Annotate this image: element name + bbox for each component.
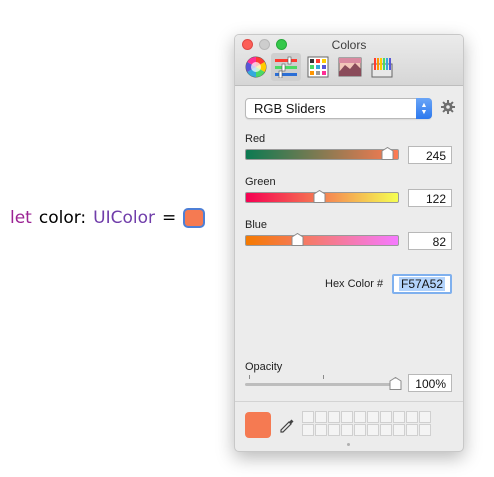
opacity-tick (323, 375, 324, 379)
red-label: Red (245, 133, 266, 145)
equals-sign: = (162, 208, 177, 228)
blue-value-field[interactable]: 82 (408, 232, 452, 250)
swatch-cell[interactable] (315, 411, 327, 423)
swatch-cell[interactable] (302, 411, 314, 423)
window-title: Colors (331, 38, 367, 52)
type-name: UIColor (93, 208, 155, 228)
green-slider-thumb[interactable] (313, 190, 326, 204)
hex-color-value: F57A52 (398, 277, 446, 291)
green-label: Green (245, 176, 276, 188)
swatch-cell[interactable] (393, 411, 405, 423)
gear-icon[interactable] (440, 99, 456, 115)
image-palette-icon (338, 57, 362, 77)
palette-grid-icon (307, 56, 329, 78)
swatch-cell[interactable] (380, 424, 392, 436)
variable-name: color: (38, 208, 87, 228)
red-value-field[interactable]: 245 (408, 146, 452, 164)
red-slider-thumb[interactable] (381, 147, 394, 161)
blue-label: Blue (245, 219, 268, 231)
swatch-cell[interactable] (367, 424, 379, 436)
sliders-icon (275, 56, 297, 78)
color-literal-swatch[interactable] (183, 208, 206, 228)
eyedropper-icon[interactable] (279, 418, 295, 434)
current-color-well[interactable] (245, 412, 271, 438)
swatch-cell[interactable] (406, 411, 418, 423)
code-line: let color: UIColor = (10, 205, 206, 231)
swatch-grid (302, 411, 431, 436)
color-sliders-tab[interactable] (271, 53, 301, 81)
color-wheel-icon (245, 56, 267, 78)
hex-color-field[interactable]: F57A52 (392, 274, 452, 294)
title-bar: Colors (235, 35, 463, 86)
swatch-cell[interactable] (406, 424, 418, 436)
popup-chevrons-icon: ▲ ▼ (416, 98, 432, 119)
opacity-tick (249, 375, 250, 379)
hex-color-label: Hex Color # (325, 278, 384, 290)
blue-slider-thumb[interactable] (291, 233, 304, 247)
swatch-cell[interactable] (302, 424, 314, 436)
keyword-let: let (10, 208, 32, 228)
color-palettes-tab[interactable] (303, 53, 333, 81)
resize-grip[interactable] (347, 443, 350, 446)
swatch-cell[interactable] (328, 411, 340, 423)
red-slider[interactable] (245, 149, 399, 160)
opacity-slider-thumb[interactable] (389, 377, 402, 391)
swatch-cell[interactable] (341, 411, 353, 423)
swatch-cell[interactable] (354, 411, 366, 423)
opacity-value-field[interactable]: 100% (408, 374, 452, 392)
swatch-cell[interactable] (380, 411, 392, 423)
colors-window: Colors RGB Sliders ▲ ▼ Red 245 Green 122… (234, 34, 464, 452)
swatch-cell[interactable] (419, 424, 431, 436)
image-palettes-tab[interactable] (335, 53, 365, 81)
color-wheel-tab[interactable] (241, 53, 271, 81)
swatch-cell[interactable] (341, 424, 353, 436)
color-mode-label: RGB Sliders (254, 101, 326, 116)
opacity-label: Opacity (245, 361, 283, 373)
green-value-field[interactable]: 122 (408, 189, 452, 207)
swatch-cell[interactable] (393, 424, 405, 436)
opacity-slider[interactable] (245, 383, 398, 386)
pencils-tab[interactable] (367, 53, 397, 81)
divider (235, 401, 463, 402)
swatch-cell[interactable] (328, 424, 340, 436)
swatch-cell[interactable] (367, 411, 379, 423)
swatch-cell[interactable] (419, 411, 431, 423)
swatch-cell[interactable] (354, 424, 366, 436)
color-mode-popup[interactable]: RGB Sliders ▲ ▼ (245, 98, 432, 119)
blue-slider[interactable] (245, 235, 399, 246)
pencils-icon (371, 58, 393, 78)
swatch-cell[interactable] (315, 424, 327, 436)
